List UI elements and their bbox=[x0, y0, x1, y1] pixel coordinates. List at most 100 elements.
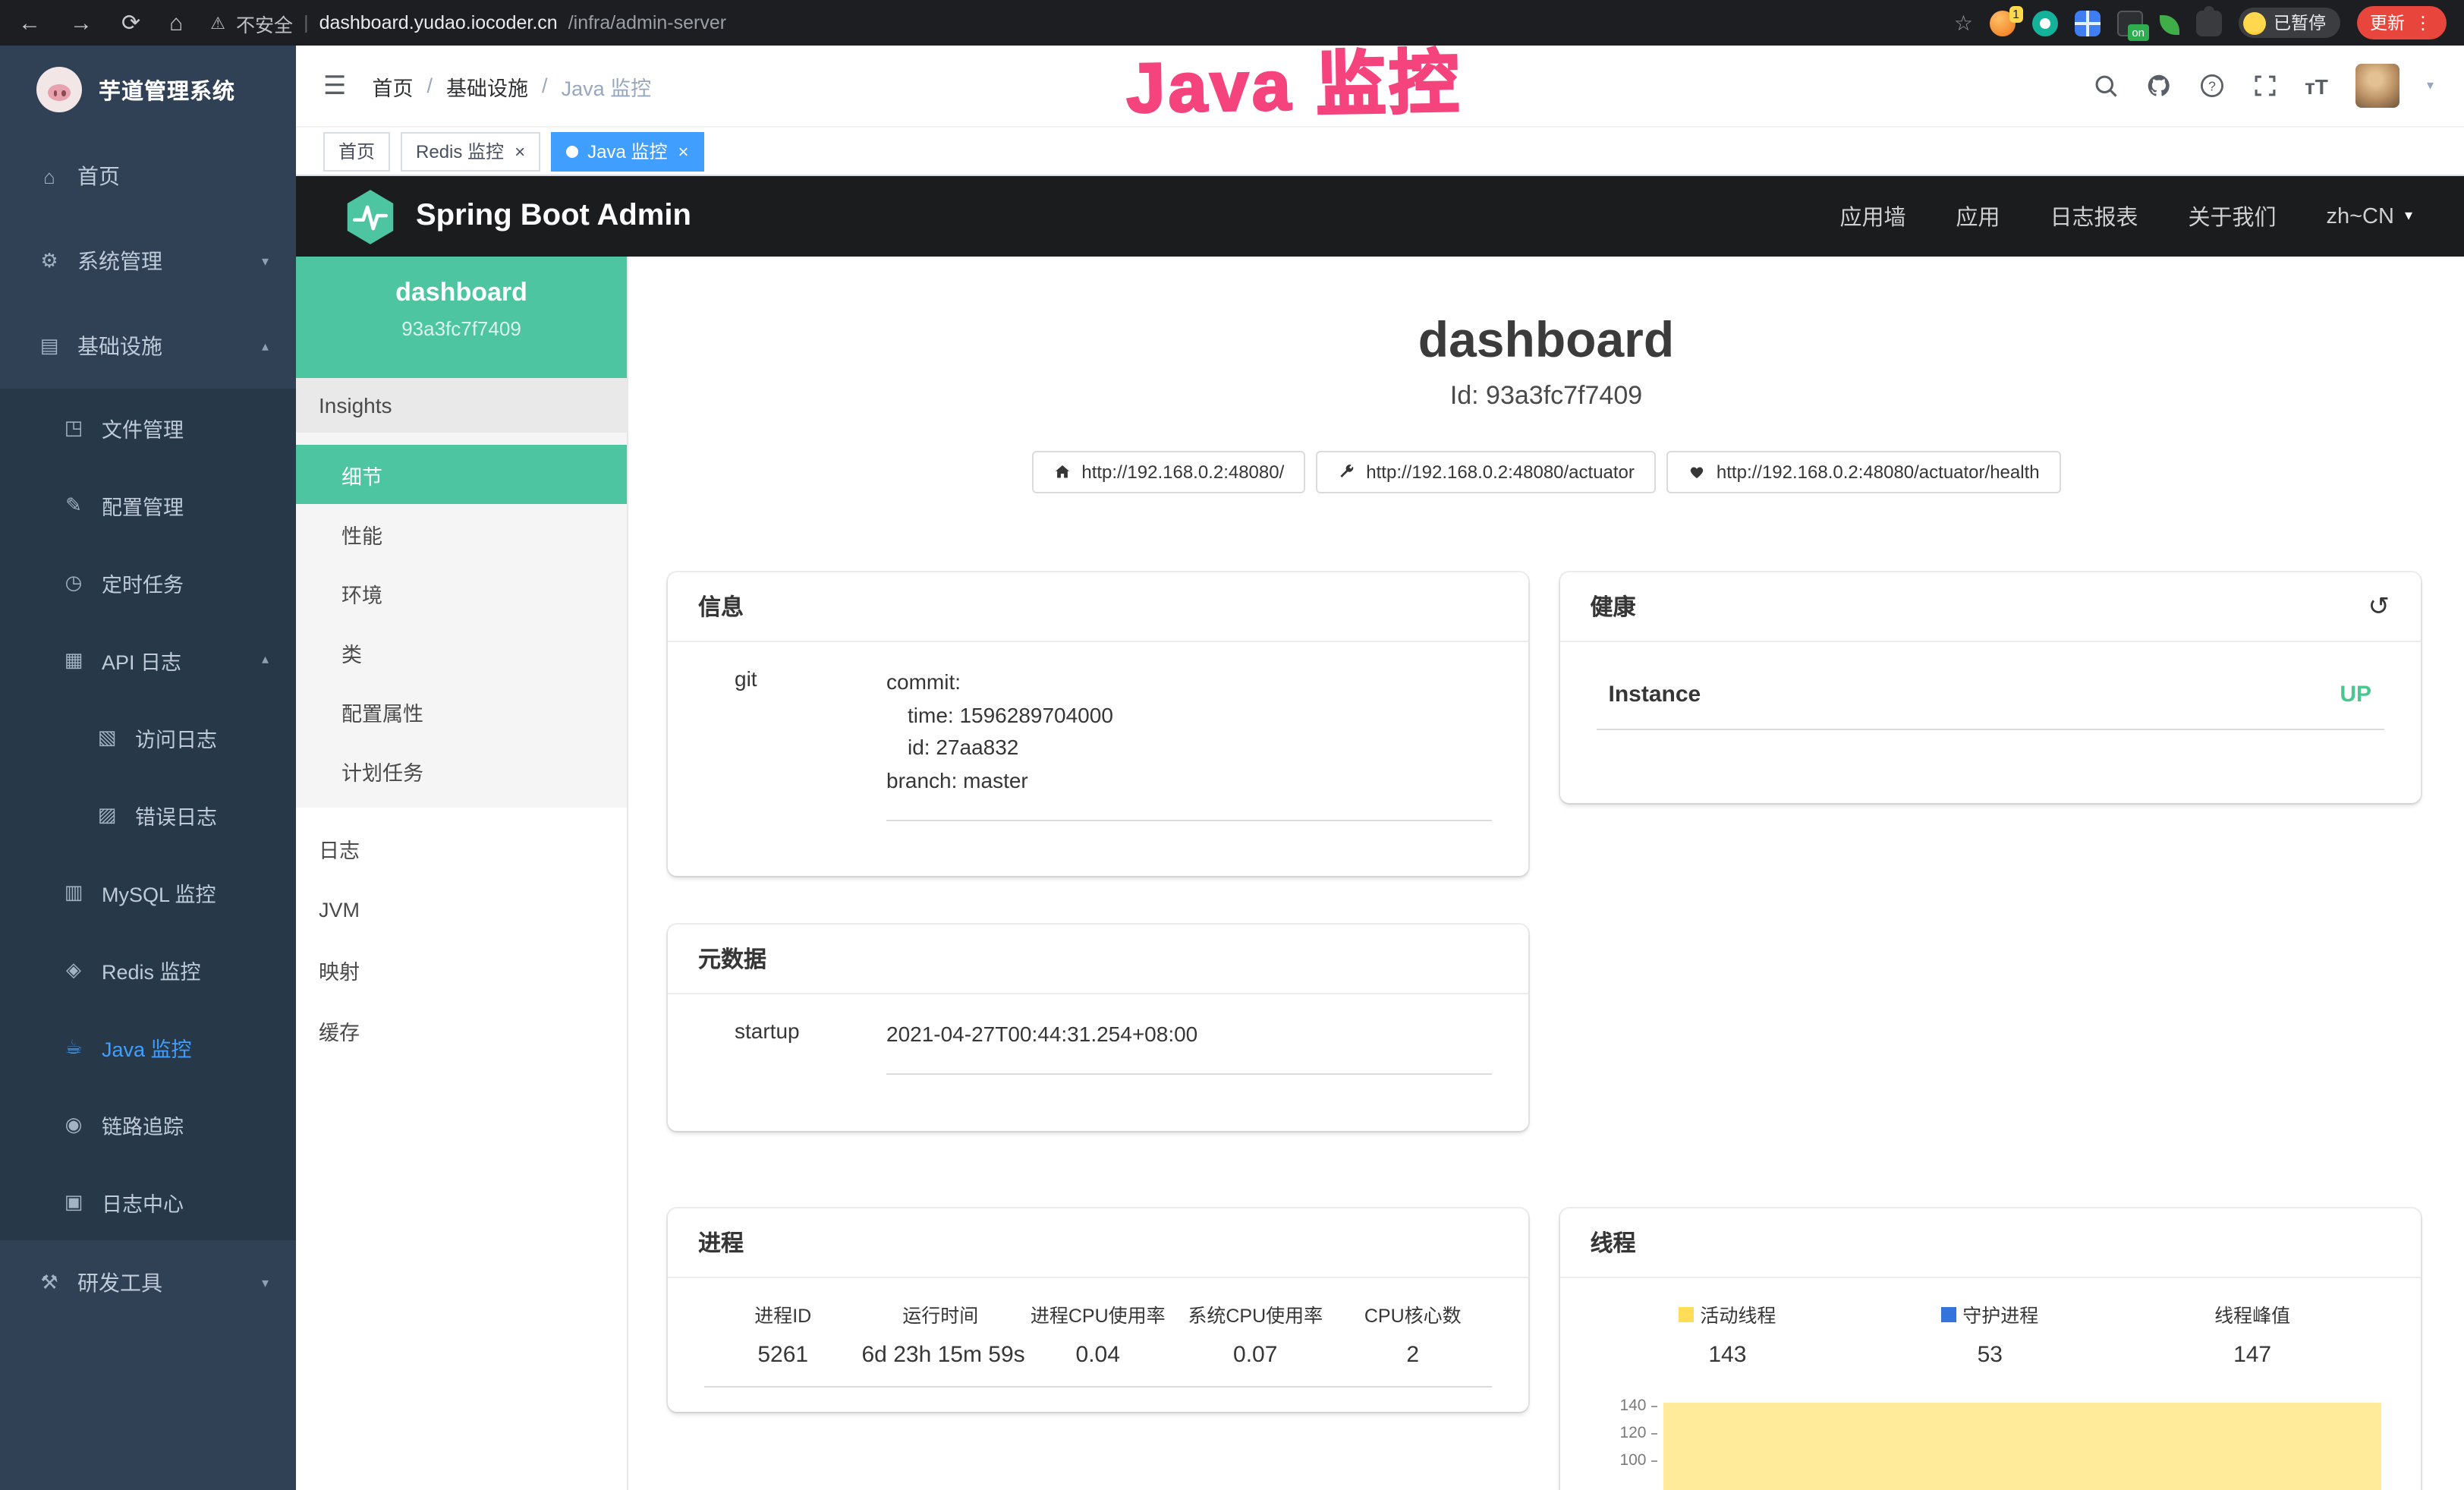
stat-header: 系统CPU使用率 bbox=[1177, 1299, 1335, 1328]
y-axis-tick: 100 bbox=[1597, 1447, 1657, 1474]
sba-language-select[interactable]: zh~CN ▾ bbox=[2326, 204, 2412, 228]
github-icon[interactable] bbox=[2145, 73, 2171, 99]
sba-menu-environment[interactable]: 环境 bbox=[296, 563, 627, 622]
health-row: Instance UP bbox=[1597, 666, 2384, 730]
breadcrumb: 首页 / 基础设施 / Java 监控 bbox=[373, 71, 652, 101]
font-size-icon[interactable]: тT bbox=[2305, 74, 2328, 98]
sidebar-item-label: Redis 监控 bbox=[102, 954, 201, 984]
extension-icon-leaf[interactable] bbox=[2160, 14, 2179, 34]
sidebar-item-infrastructure[interactable]: ▤ 基础设施 ▴ bbox=[0, 304, 296, 389]
extensions-puzzle-icon[interactable] bbox=[2196, 10, 2222, 36]
stat-value: 2 bbox=[1334, 1342, 1492, 1368]
address-bar[interactable]: ⚠ 不安全 | dashboard.yudao.iocoder.cn/infra… bbox=[210, 8, 726, 37]
forward-icon[interactable]: → bbox=[70, 10, 93, 36]
help-icon[interactable]: ? bbox=[2198, 73, 2224, 99]
breadcrumb-separator: / bbox=[542, 74, 548, 97]
sba-nav-applications[interactable]: 应用 bbox=[1956, 200, 2000, 232]
sba-navbar: Spring Boot Admin 应用墙 应用 日志报表 关于我们 zh~CN… bbox=[296, 176, 2464, 257]
fullscreen-icon[interactable] bbox=[2252, 73, 2277, 99]
sidebar-item-label: 定时任务 bbox=[102, 567, 184, 597]
sidebar-item-api-log[interactable]: ▦ API 日志 ▴ bbox=[0, 621, 296, 698]
close-icon[interactable]: × bbox=[515, 140, 525, 162]
sidebar-item-redis-monitor[interactable]: ◈ Redis 监控 bbox=[0, 931, 296, 1008]
sba-logo-icon bbox=[345, 187, 396, 245]
tab-redis-monitor[interactable]: Redis 监控 × bbox=[401, 131, 540, 171]
sidebar-item-file-mgmt[interactable]: ◳ 文件管理 bbox=[0, 389, 296, 466]
history-icon[interactable]: ↺ bbox=[2368, 591, 2390, 622]
stat-header: 运行时间 bbox=[862, 1299, 1020, 1328]
metadata-row-key: startup bbox=[735, 1019, 886, 1074]
back-icon[interactable]: ← bbox=[18, 10, 41, 36]
sba-sidebar: dashboard 93a3fc7f7409 Insights 细节 性能 环境… bbox=[296, 257, 628, 1490]
health-card: 健康 ↺ Instance UP bbox=[1560, 572, 2421, 803]
close-icon[interactable]: × bbox=[678, 140, 688, 162]
sba-nav-journal[interactable]: 日志报表 bbox=[2050, 200, 2138, 232]
bookmark-star-icon[interactable]: ☆ bbox=[1954, 10, 1973, 36]
sidebar-item-config-mgmt[interactable]: ✎ 配置管理 bbox=[0, 466, 296, 543]
extension-icon-grid[interactable] bbox=[2075, 10, 2101, 36]
hamburger-icon[interactable]: ☰ bbox=[323, 71, 347, 101]
app-logo-row[interactable]: 芋道管理系统 bbox=[0, 46, 296, 134]
sba-menu-classes[interactable]: 类 bbox=[296, 622, 627, 682]
breadcrumb-home[interactable]: 首页 bbox=[373, 71, 414, 101]
sba-nav-wallboard[interactable]: 应用墙 bbox=[1839, 200, 1905, 232]
sba-nav-about[interactable]: 关于我们 bbox=[2188, 200, 2276, 232]
proxy-switch-icon[interactable]: on bbox=[2117, 10, 2143, 36]
extension-icon-orange[interactable]: 1 bbox=[1990, 10, 2016, 36]
user-avatar[interactable] bbox=[2355, 64, 2399, 108]
health-url-button[interactable]: http://192.168.0.2:48080/actuator/health bbox=[1666, 451, 2061, 493]
tab-java-monitor[interactable]: Java 监控 × bbox=[551, 131, 703, 171]
sidebar-item-mysql-monitor[interactable]: ▥ MySQL 监控 bbox=[0, 853, 296, 931]
sba-brand[interactable]: Spring Boot Admin bbox=[345, 187, 691, 245]
sba-menu-caches[interactable]: 缓存 bbox=[296, 1000, 627, 1061]
breadcrumb-section[interactable]: 基础设施 bbox=[446, 71, 528, 101]
search-icon[interactable] bbox=[2092, 73, 2118, 99]
sidebar-item-error-log[interactable]: ▨ 错误日志 bbox=[0, 776, 296, 853]
tab-home[interactable]: 首页 bbox=[323, 131, 390, 171]
sidebar-item-home[interactable]: ⌂ 首页 bbox=[0, 134, 296, 219]
stat-value: 0.04 bbox=[1019, 1342, 1177, 1368]
threads-chart-band bbox=[1663, 1403, 2381, 1490]
sidebar-item-access-log[interactable]: ▧ 访问日志 bbox=[0, 698, 296, 776]
sba-menu-mappings[interactable]: 映射 bbox=[296, 940, 627, 1000]
instance-name: dashboard bbox=[296, 278, 627, 308]
header-actions: ? тT ▾ bbox=[2092, 64, 2434, 108]
sba-menu-metrics[interactable]: 性能 bbox=[296, 504, 627, 563]
tools-icon: ⚒ bbox=[36, 1271, 62, 1295]
browser-home-icon[interactable]: ⌂ bbox=[169, 10, 183, 36]
sba-language-value: zh~CN bbox=[2326, 204, 2393, 228]
extension-icon-teal[interactable] bbox=[2032, 10, 2058, 36]
update-label: 更新 bbox=[2370, 11, 2405, 35]
sba-menu-config-props[interactable]: 配置属性 bbox=[296, 682, 627, 741]
sba-menu-jvm[interactable]: JVM bbox=[296, 879, 627, 940]
chrome-update-button[interactable]: 更新 ⋮ bbox=[2356, 6, 2446, 39]
sba-menu-details[interactable]: 细节 bbox=[296, 445, 627, 504]
y-axis-tick: 140 bbox=[1597, 1392, 1657, 1419]
sba-menu-scheduled-tasks[interactable]: 计划任务 bbox=[296, 741, 627, 800]
threads-chart: 140 120 100 bbox=[1597, 1392, 2384, 1490]
git-id-line: id: 27aa832 bbox=[886, 732, 1492, 765]
extension-badge: 1 bbox=[2009, 5, 2023, 22]
reload-icon[interactable]: ⟳ bbox=[121, 9, 140, 36]
sidebar-item-log-center[interactable]: ▣ 日志中心 bbox=[0, 1163, 296, 1240]
actuator-url-button[interactable]: http://192.168.0.2:48080/actuator bbox=[1316, 451, 1656, 493]
sba-instance-header[interactable]: dashboard 93a3fc7f7409 bbox=[296, 257, 627, 378]
sidebar-item-label: Java 监控 bbox=[102, 1032, 192, 1062]
profile-chip[interactable]: 已暂停 bbox=[2239, 8, 2340, 38]
sidebar-item-dev-tools[interactable]: ⚒ 研发工具 ▾ bbox=[0, 1240, 296, 1325]
sidebar-item-scheduled-jobs[interactable]: ◷ 定时任务 bbox=[0, 543, 296, 621]
stat-header: CPU核心数 bbox=[1334, 1299, 1492, 1328]
gear-icon: ⚙ bbox=[36, 249, 62, 273]
sidebar-item-system-mgmt[interactable]: ⚙ 系统管理 ▾ bbox=[0, 219, 296, 304]
git-time-line: time: 1596289704000 bbox=[886, 699, 1492, 732]
app-logo-pig-icon bbox=[36, 67, 82, 112]
service-url-button[interactable]: http://192.168.0.2:48080/ bbox=[1031, 451, 1305, 493]
sba-menu-logs[interactable]: 日志 bbox=[296, 818, 627, 879]
sidebar-item-java-monitor[interactable]: ☕ Java 监控 bbox=[0, 1008, 296, 1085]
profile-avatar-icon bbox=[2243, 11, 2266, 34]
stat-system-cpu: 系统CPU使用率 0.07 bbox=[1177, 1299, 1335, 1368]
sidebar-item-label: MySQL 监控 bbox=[102, 877, 216, 907]
sidebar-item-label: 研发工具 bbox=[77, 1268, 162, 1298]
avatar-caret-down-icon: ▾ bbox=[2427, 77, 2434, 94]
sidebar-item-trace[interactable]: ◉ 链路追踪 bbox=[0, 1085, 296, 1163]
